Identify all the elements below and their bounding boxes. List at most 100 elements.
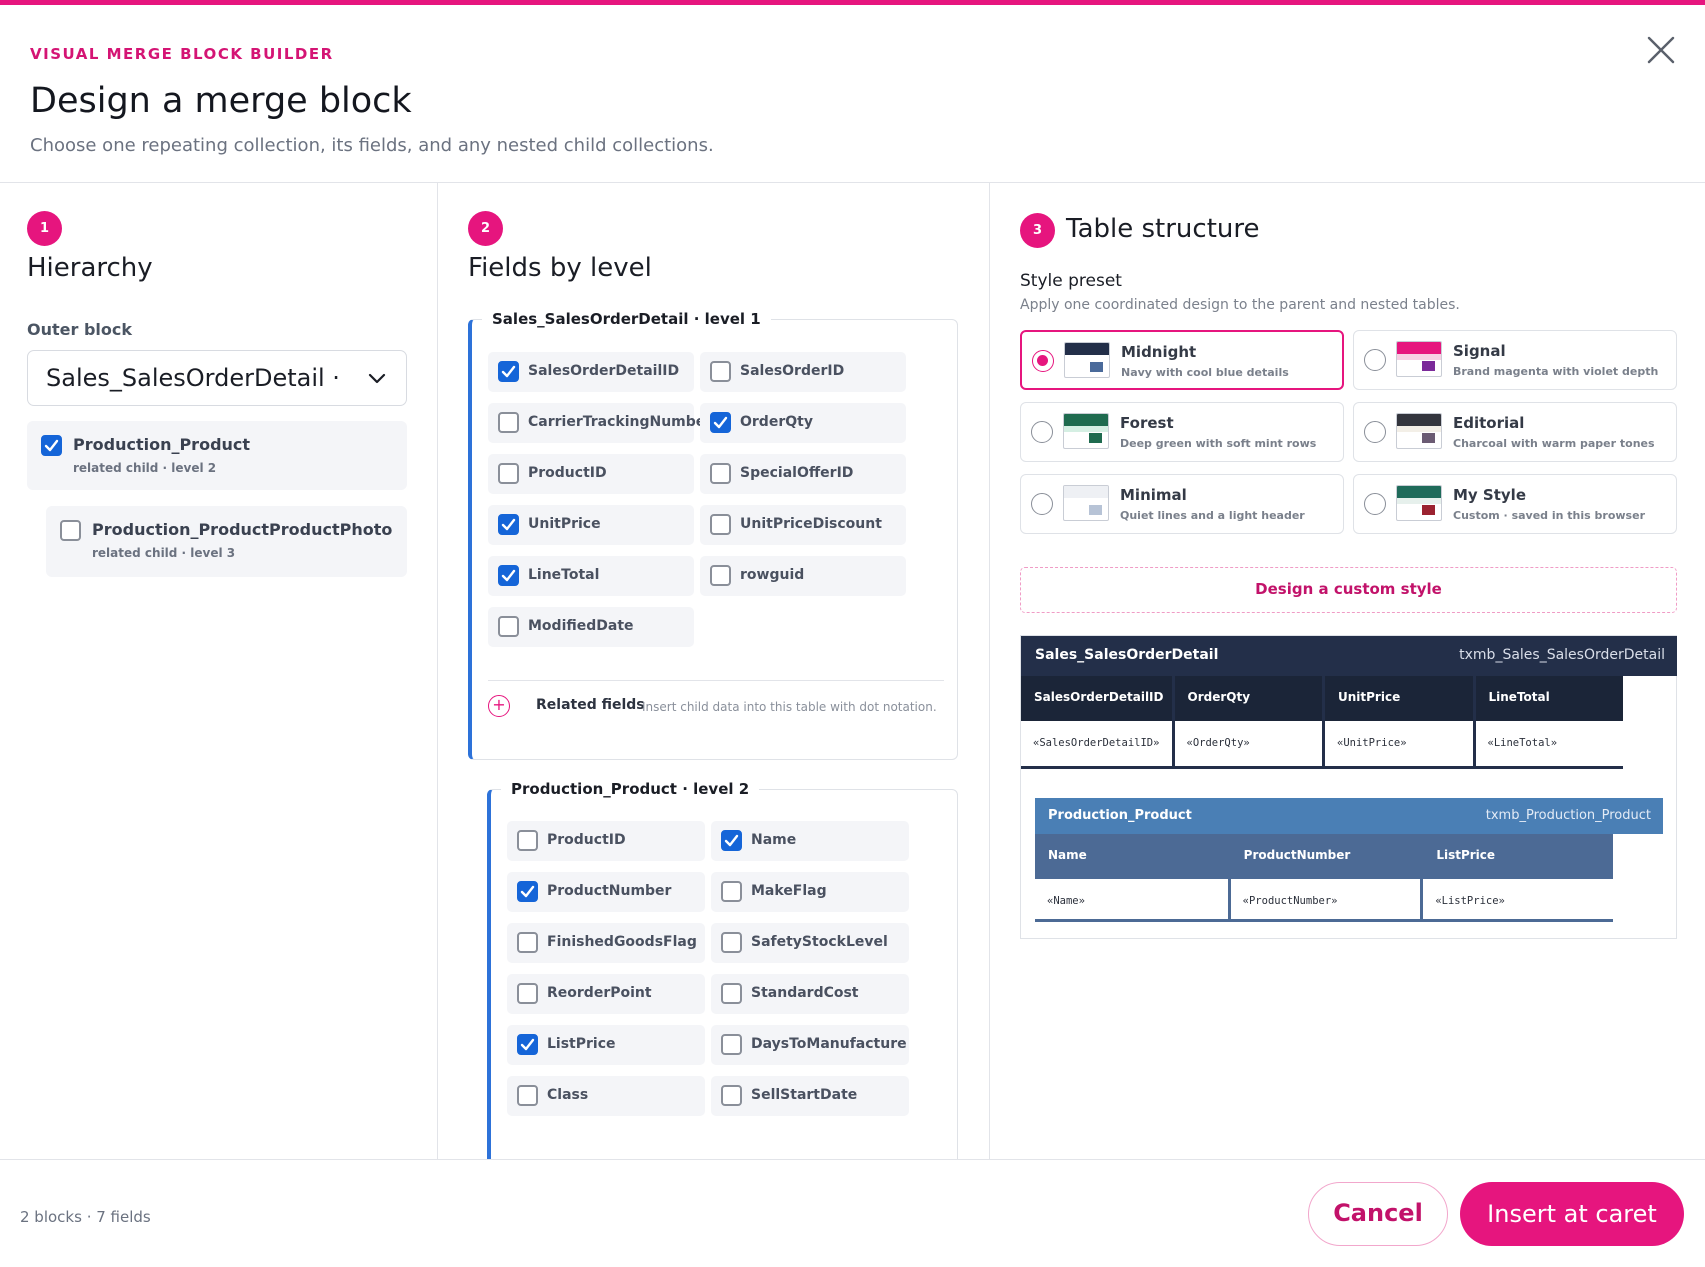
merge-field-cell: «Name» [1035, 879, 1228, 922]
field-checkbox[interactable] [710, 412, 731, 433]
field-salesorderid[interactable]: SalesOrderID [700, 352, 906, 392]
tree-item-production-productproductphoto[interactable]: Production_ProductProductPhoto related c… [46, 506, 407, 577]
field-productnumber[interactable]: ProductNumber [507, 872, 705, 912]
field-checkbox[interactable] [517, 830, 538, 851]
field-carriertrackingnumber[interactable]: CarrierTrackingNumber [488, 403, 712, 443]
field-unitprice[interactable]: UnitPrice [488, 505, 694, 545]
column-header: SalesOrderDetailID [1021, 676, 1172, 721]
field-label: ModifiedDate [528, 618, 634, 634]
design-custom-style-button[interactable]: Design a custom style [1020, 567, 1677, 613]
preset-radio[interactable] [1031, 421, 1053, 443]
field-label: SellStartDate [751, 1087, 858, 1103]
preset-thumbnail [1396, 485, 1442, 521]
field-label: UnitPriceDiscount [740, 516, 882, 532]
style-preset-signal[interactable]: Signal Brand magenta with violet depth [1353, 330, 1677, 390]
field-checkbox[interactable] [517, 1034, 538, 1055]
preset-radio[interactable] [1364, 421, 1386, 443]
insert-at-caret-button[interactable]: Insert at caret [1460, 1182, 1684, 1246]
field-label: LineTotal [528, 567, 600, 583]
outer-block-label: Outer block [27, 320, 133, 339]
field-specialofferid[interactable]: SpecialOfferID [700, 454, 906, 494]
field-label: Class [547, 1087, 589, 1103]
style-preset-midnight[interactable]: Midnight Navy with cool blue details [1020, 330, 1344, 390]
column-header: UnitPrice [1322, 676, 1473, 721]
preset-description: Navy with cool blue details [1121, 366, 1289, 379]
field-checkbox[interactable] [710, 565, 731, 586]
level-2-group: Production_Product · level 2 ProductID Na… [487, 780, 958, 1159]
field-modifieddate[interactable]: ModifiedDate [488, 607, 694, 647]
checkbox-production-product[interactable] [41, 435, 62, 456]
inner-table-header: Production_Product txmb_Production_Produ… [1035, 798, 1663, 834]
related-fields-label: Related fields [536, 697, 645, 713]
field-checkbox[interactable] [721, 983, 742, 1004]
field-listprice[interactable]: ListPrice [507, 1025, 705, 1065]
field-productid[interactable]: ProductID [488, 454, 694, 494]
field-checkbox[interactable] [498, 514, 519, 535]
field-checkbox[interactable] [710, 361, 731, 382]
close-button[interactable] [1640, 29, 1682, 71]
field-label: ListPrice [547, 1036, 616, 1052]
field-reorderpoint[interactable]: ReorderPoint [507, 974, 705, 1014]
field-checkbox[interactable] [517, 881, 538, 902]
tree-item-production-product[interactable]: Production_Product related child · level… [27, 421, 407, 490]
field-checkbox[interactable] [517, 983, 538, 1004]
field-makeflag[interactable]: MakeFlag [711, 872, 909, 912]
field-rowguid[interactable]: rowguid [700, 556, 906, 596]
preset-thumbnail [1396, 413, 1442, 449]
preset-radio[interactable] [1364, 349, 1386, 371]
field-productid[interactable]: ProductID [507, 821, 705, 861]
close-icon [1647, 36, 1675, 64]
field-checkbox[interactable] [710, 514, 731, 535]
merge-field-cell: «ProductNumber» [1227, 879, 1421, 922]
preset-radio[interactable] [1032, 350, 1054, 372]
fields-panel: 2 Fields by level Sales_SalesOrderDetail… [438, 183, 990, 1159]
field-standardcost[interactable]: StandardCost [711, 974, 909, 1014]
preset-radio[interactable] [1031, 493, 1053, 515]
field-checkbox[interactable] [721, 1034, 742, 1055]
field-checkbox[interactable] [710, 463, 731, 484]
field-checkbox[interactable] [498, 616, 519, 637]
dialog-eyebrow: VISUAL MERGE BLOCK BUILDER [30, 45, 334, 63]
field-checkbox[interactable] [517, 932, 538, 953]
field-name[interactable]: Name [711, 821, 909, 861]
field-daystomanufacture[interactable]: DaysToManufacture [711, 1025, 909, 1065]
style-preset-forest[interactable]: Forest Deep green with soft mint rows [1020, 402, 1344, 462]
field-label: ProductID [528, 465, 607, 481]
outer-block-select[interactable]: Sales_SalesOrderDetail · root [27, 350, 407, 406]
preset-radio[interactable] [1364, 493, 1386, 515]
field-checkbox[interactable] [721, 1085, 742, 1106]
field-safetystocklevel[interactable]: SafetyStockLevel [711, 923, 909, 963]
field-checkbox[interactable] [721, 881, 742, 902]
field-checkbox[interactable] [498, 361, 519, 382]
field-sellstartdate[interactable]: SellStartDate [711, 1076, 909, 1116]
step-1-badge: 1 [27, 211, 62, 246]
preset-thumbnail [1396, 341, 1442, 377]
column-header: LineTotal [1472, 676, 1623, 721]
field-checkbox[interactable] [498, 463, 519, 484]
style-preset-minimal[interactable]: Minimal Quiet lines and a light header [1020, 474, 1344, 534]
plus-icon[interactable]: + [488, 695, 510, 717]
level-1-divider [488, 680, 944, 681]
field-class[interactable]: Class [507, 1076, 705, 1116]
field-finishedgoodsflag[interactable]: FinishedGoodsFlag [507, 923, 705, 963]
preset-description: Charcoal with warm paper tones [1453, 437, 1655, 450]
field-orderqty[interactable]: OrderQty [700, 403, 906, 443]
field-checkbox[interactable] [721, 830, 742, 851]
style-preset-editorial[interactable]: Editorial Charcoal with warm paper tones [1353, 402, 1677, 462]
field-checkbox[interactable] [498, 565, 519, 586]
checkbox-production-productproductphoto[interactable] [60, 520, 81, 541]
field-checkbox[interactable] [721, 932, 742, 953]
tree-item-name: Production_Product [73, 435, 251, 454]
field-linetotal[interactable]: LineTotal [488, 556, 694, 596]
step-2-badge: 2 [468, 211, 503, 246]
field-salesorderdetailid[interactable]: SalesOrderDetailID [488, 352, 694, 392]
preset-description: Custom · saved in this browser [1453, 509, 1645, 522]
preset-name: Forest [1120, 414, 1174, 432]
merge-field-cell: «ListPrice» [1420, 879, 1613, 922]
field-unitpricediscount[interactable]: UnitPriceDiscount [700, 505, 906, 545]
cancel-button[interactable]: Cancel [1308, 1182, 1448, 1246]
field-checkbox[interactable] [498, 412, 519, 433]
field-checkbox[interactable] [517, 1085, 538, 1106]
tree-item-meta: related child · level 3 [92, 546, 236, 560]
style-preset-my-style[interactable]: My Style Custom · saved in this browser [1353, 474, 1677, 534]
